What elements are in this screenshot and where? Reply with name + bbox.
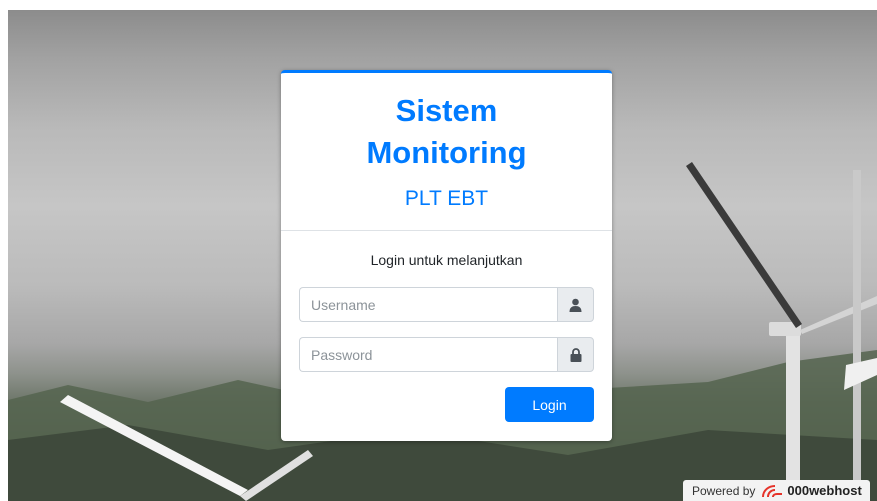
card-body: Login untuk melanjutkan Login xyxy=(281,252,612,422)
brand-name: 000webhost xyxy=(787,483,862,498)
login-message: Login untuk melanjutkan xyxy=(370,252,523,268)
lock-icon xyxy=(557,337,594,372)
login-card: Sistem Monitoring PLT EBT Login untuk me… xyxy=(281,70,612,441)
title-text: Sistem Monitoring xyxy=(366,93,527,170)
powered-by-text: Powered by xyxy=(692,483,756,498)
login-button[interactable]: Login xyxy=(505,387,594,422)
page-subtitle: PLT EBT xyxy=(404,187,489,210)
000webhost-logo-icon xyxy=(761,484,783,498)
card-header: Sistem Monitoring PLT EBT xyxy=(281,73,612,231)
user-icon xyxy=(557,287,594,322)
password-group xyxy=(299,337,594,372)
password-input[interactable] xyxy=(299,337,557,372)
powered-by-badge[interactable]: Powered by 000webhost xyxy=(683,480,870,501)
page-title: Sistem Monitoring xyxy=(281,73,612,174)
button-row: Login xyxy=(299,387,594,422)
username-input[interactable] xyxy=(299,287,557,322)
username-group xyxy=(299,287,594,322)
